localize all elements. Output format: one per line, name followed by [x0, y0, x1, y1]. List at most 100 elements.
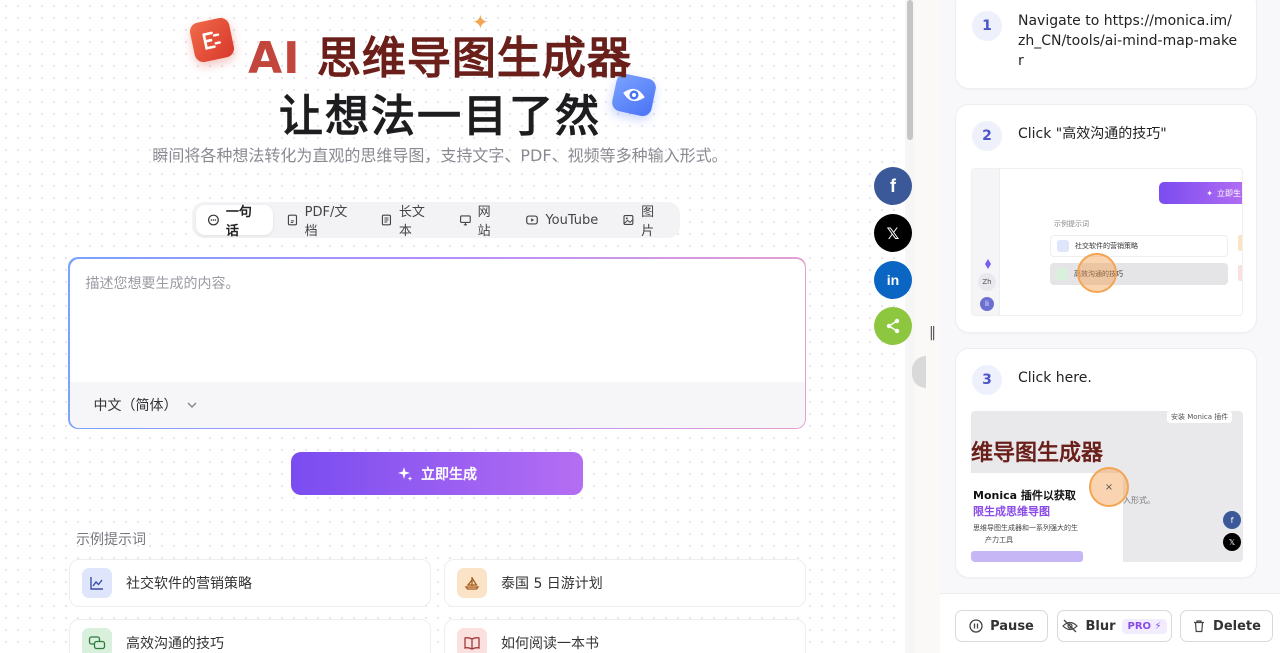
trash-icon	[1194, 620, 1205, 633]
linkedin-share-button[interactable]: in	[874, 261, 912, 299]
thumb-user-badge: li	[980, 297, 994, 311]
chat-bubbles-icon	[82, 628, 112, 653]
rocket-icon	[982, 255, 994, 269]
tab-youtube[interactable]: YouTube	[514, 205, 609, 235]
linkedin-icon: in	[886, 272, 900, 288]
step-2-screenshot[interactable]: Zh li ✦ 立即生 示例提示词 社交软件的营销策略 高效沟通的技巧	[971, 168, 1243, 316]
language-bar: 中文（简体）	[69, 381, 805, 428]
sparkle-icon: ✦	[1206, 188, 1213, 198]
steps-panel: 1 Navigate to https://monica.im/zh_CN/to…	[940, 0, 1280, 653]
delete-button[interactable]: Delete	[1180, 610, 1273, 642]
thumb-title: 维导图生成器	[971, 441, 1104, 466]
example-label: 如何阅读一本书	[501, 636, 599, 652]
step-number: 1	[972, 11, 1002, 41]
example-label: 泰国 5 日游计划	[501, 576, 603, 592]
play-icon	[526, 215, 539, 225]
page-title-line2: 让想法一目了然	[279, 91, 601, 142]
chat-bubbles-icon	[1056, 268, 1068, 280]
prompt-textarea[interactable]	[69, 258, 805, 383]
chevron-down-icon	[187, 402, 196, 408]
thumb-generate-button: ✦ 立即生	[1159, 182, 1242, 204]
step-card-2: 2 Click "高效沟通的技巧" Zh li ✦ 立即生 示例提示词 社交软件的…	[955, 104, 1257, 333]
step-text: Click here.	[1018, 370, 1092, 386]
example-label: 高效沟通的技巧	[126, 636, 224, 652]
blur-button[interactable]: Blur PRO ⚡	[1057, 610, 1172, 642]
pause-icon	[969, 619, 983, 633]
thumb-example-label: 社交软件的营销策略	[1075, 242, 1138, 250]
example-item-communication[interactable]: 高效沟通的技巧	[69, 619, 431, 653]
text-file-icon	[381, 214, 392, 226]
step-number: 2	[972, 121, 1002, 151]
thumb-example-1: 社交软件的营销策略	[1050, 235, 1228, 257]
click-indicator	[1077, 253, 1117, 293]
tab-website[interactable]: 网站	[448, 205, 513, 239]
x-share-button[interactable]: 𝕏	[874, 214, 912, 252]
document-icon	[287, 214, 297, 226]
delete-label: Delete	[1213, 618, 1261, 634]
language-select[interactable]: 中文（简体）	[94, 395, 198, 415]
click-indicator-close-icon: ×	[1089, 467, 1129, 507]
resize-grip-icon[interactable]: ‖	[929, 325, 936, 341]
scrollbar-thumb[interactable]	[907, 0, 913, 140]
tab-label: 长文本	[398, 205, 425, 239]
tab-label: YouTube	[545, 212, 599, 228]
step-3-screenshot[interactable]: 安装 Monica 插件 维导图生成器 入形式。 Monica 插件以获取 限生…	[971, 411, 1243, 562]
examples-heading: 示例提示词	[76, 532, 146, 548]
image-icon	[623, 215, 634, 225]
mind-map-page: ✦ AI 思维导图生成器 让想法一目了然 瞬间将各种想法转化为直观的思维导图，支…	[0, 0, 915, 653]
popup-line: Monica 插件以获取	[973, 489, 1076, 502]
facebook-icon: f	[1223, 511, 1241, 529]
popup-line: 限生成思维导图	[973, 505, 1050, 518]
step-card-1: 1 Navigate to https://monica.im/zh_CN/to…	[955, 0, 1257, 89]
example-item-thailand[interactable]: 泰国 5 日游计划	[444, 559, 806, 607]
facebook-icon: f	[890, 175, 896, 196]
step-card-3: 3 Click here. 安装 Monica 插件 维导图生成器 入形式。 M…	[955, 348, 1257, 578]
open-book-icon	[457, 628, 487, 653]
input-type-tabs: 一句话 PDF/文档 长文本 网站 YouTube 图片	[192, 202, 680, 239]
eye-off-icon	[1062, 619, 1079, 633]
page-title: AI 思维导图生成器	[0, 22, 880, 86]
chat-bubble-icon	[208, 214, 219, 226]
recording-controls: Pause Blur PRO ⚡ Delete	[940, 593, 1280, 653]
thumb-install-badge: 安装 Monica 插件	[1167, 411, 1233, 423]
monitor-icon	[459, 215, 471, 226]
title-ai: AI	[248, 33, 301, 84]
page-subtitle: 瞬间将各种想法转化为直观的思维导图，支持文字、PDF、视频等多种输入形式。	[152, 146, 728, 165]
generate-button-label: 立即生成	[421, 466, 477, 483]
tab-pdf[interactable]: PDF/文档	[275, 205, 367, 239]
tab-label: 一句话	[225, 205, 252, 239]
thumb-examples-label: 示例提示词	[1054, 220, 1089, 228]
tab-label: 网站	[477, 205, 491, 239]
title-main: 思维导图生成器	[316, 33, 632, 84]
tab-image[interactable]: 图片	[611, 205, 676, 239]
tab-label: PDF/文档	[304, 205, 348, 239]
share-button[interactable]	[874, 307, 912, 345]
generate-button[interactable]: 立即生成	[291, 452, 583, 495]
sailboat-icon	[457, 568, 487, 598]
example-item-marketing[interactable]: 社交软件的营销策略	[69, 559, 431, 607]
pause-label: Pause	[990, 618, 1034, 634]
prompt-input-container: 中文（简体）	[68, 257, 806, 429]
pause-button[interactable]: Pause	[955, 610, 1048, 642]
blur-label: Blur	[1085, 618, 1116, 634]
prompt-input-inner: 中文（简体）	[69, 258, 805, 428]
step-number: 3	[972, 365, 1002, 395]
pro-label: PRO	[1127, 620, 1152, 632]
thumb-subtitle-tail: 入形式。	[1123, 496, 1155, 505]
thumb-button-label: 立即生	[1217, 188, 1241, 198]
x-icon: 𝕏	[1223, 533, 1241, 551]
popup-line: 思维导图生成器和一系列强大的生	[973, 524, 1078, 532]
chart-line-icon	[1057, 240, 1069, 252]
example-item-reading[interactable]: 如何阅读一本书	[444, 619, 806, 653]
example-label: 社交软件的营销策略	[126, 576, 252, 592]
thumb-lang-badge: Zh	[978, 273, 996, 291]
step-text: Navigate to https://monica.im/zh_CN/tool…	[1018, 13, 1238, 69]
tab-long-text[interactable]: 长文本	[369, 205, 446, 239]
lightning-icon: ⚡	[1154, 620, 1162, 632]
tab-label: 图片	[641, 205, 655, 239]
sparkle-icon	[398, 466, 413, 481]
tab-sentence[interactable]: 一句话	[196, 205, 273, 239]
panel-divider[interactable]	[915, 0, 940, 653]
facebook-share-button[interactable]: f	[874, 167, 912, 205]
step-text: Click "高效沟通的技巧"	[1018, 126, 1167, 142]
